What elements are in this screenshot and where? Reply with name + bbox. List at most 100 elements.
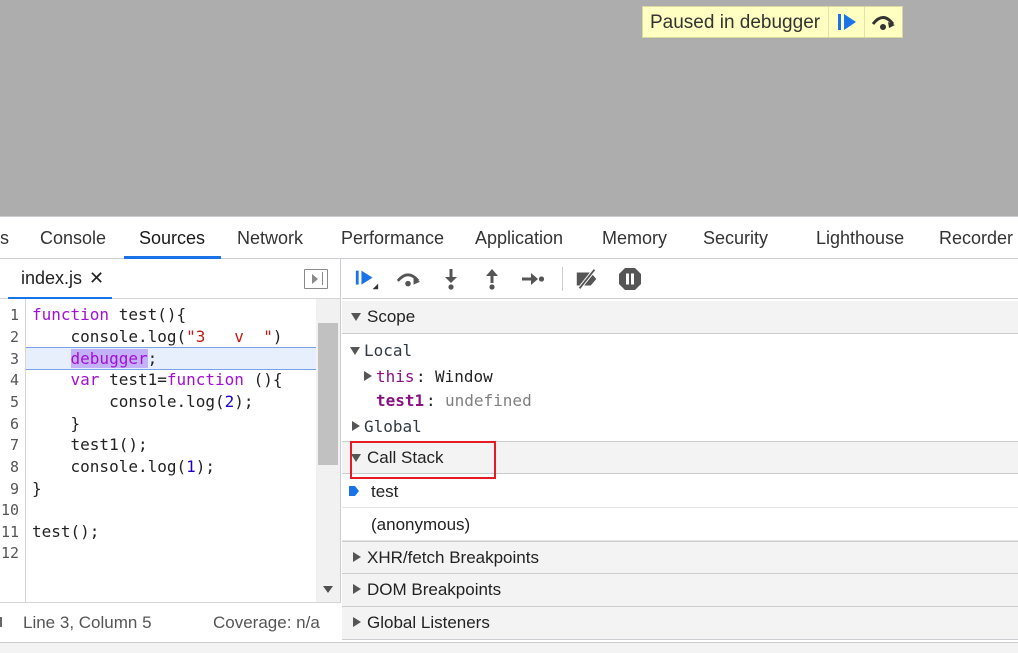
tab-memory[interactable]: Memory [602,217,667,259]
tab-elements-partial[interactable]: s [0,217,9,259]
editor-vertical-scrollbar[interactable] [316,299,340,602]
frame-name: test [371,482,399,501]
step-into-button[interactable] [438,267,464,291]
tab-recorder[interactable]: Recorder [939,217,1013,259]
paused-label: Paused in debugger [643,7,830,37]
inspected-page-viewport: Paused in debugger [0,0,1018,216]
step-into-icon [445,269,457,290]
editor-status-bar: Line 3, Column 5 Coverage: n/a [0,602,341,643]
line-number[interactable]: 8 [10,458,19,476]
step-out-button[interactable] [479,267,505,291]
code-token: 1 [186,457,196,476]
collapsed-triangle-icon [353,617,361,627]
code-token: function [166,370,244,389]
collapsed-triangle-icon [364,371,372,381]
call-stack-section-header[interactable]: Call Stack [342,441,1018,474]
pause-on-exceptions-icon [619,268,641,290]
code-token: var [70,370,100,389]
property-key: test1 [376,391,425,410]
toolbar-separator [562,267,563,291]
line-number[interactable]: 1 [10,306,19,324]
line-number[interactable]: 3 [10,350,19,368]
scrollbar-thumb[interactable] [318,323,338,465]
call-stack-title: Call Stack [367,448,444,467]
line-number[interactable]: 6 [10,415,19,433]
pause-on-exceptions-button[interactable] [617,267,643,291]
tab-performance[interactable]: Performance [341,217,444,259]
resume-icon [355,270,379,290]
status-bar-edge [0,617,4,627]
tab-lighthouse[interactable]: Lighthouse [816,217,904,259]
line-number-gutter: 1 2 3 4 5 6 7 8 9 10 11 12 [0,299,26,602]
debugger-toolbar [342,259,1018,299]
scope-title: Scope [367,307,416,326]
code-line: function test(){ [32,305,187,324]
close-tab-icon[interactable]: ✕ [89,259,104,298]
code-line: debugger; [70,349,158,368]
debugger-sidebar: Scope Local this : Window test1 : undefi… [342,259,1018,653]
step-over-icon [871,16,896,30]
collapsed-triangle-icon [353,552,361,562]
code-editor[interactable]: function test(){ console.log("3 v ") deb… [26,299,316,602]
tab-security[interactable]: Security [703,217,768,259]
scope-section-header[interactable]: Scope [342,301,1018,334]
code-line: console.log("3 v ") [32,327,283,346]
code-token: "3 v " [186,327,273,346]
xhr-breakpoints-section-header[interactable]: XHR/fetch Breakpoints [342,541,1018,574]
scope-global-label: Global [364,417,422,436]
devtools-tab-bar: s Console Sources Network Performance Ap… [0,216,1018,259]
scope-property-this[interactable]: this : Window [342,364,1018,389]
line-number[interactable]: 12 [1,544,19,562]
section-title: DOM Breakpoints [367,580,502,599]
scroll-down-arrow-icon[interactable] [323,586,333,593]
coverage-status[interactable]: Coverage: n/a [213,603,320,643]
scope-global[interactable]: Global [342,414,1018,439]
code-token: function [32,305,110,324]
code-line: test(); [32,522,100,541]
tab-application[interactable]: Application [475,217,563,259]
debugger-statement-highlight: debugger [70,349,148,368]
code-line: } [32,414,81,433]
tab-network[interactable]: Network [237,217,303,259]
file-tab-label: index.js [21,268,83,288]
section-title: XHR/fetch Breakpoints [367,548,539,567]
overlay-step-over-button[interactable] [865,7,901,37]
line-number[interactable]: 5 [10,393,19,411]
line-number[interactable]: 11 [1,523,19,541]
tab-sources[interactable]: Sources [139,217,205,259]
line-number[interactable]: 10 [1,501,19,519]
resume-icon [837,14,856,30]
line-number[interactable]: 7 [10,436,19,454]
toggle-debugger-sidebar-icon[interactable] [304,269,328,289]
cursor-position: Line 3, Column 5 [23,613,152,632]
step-icon [522,273,545,285]
collapsed-triangle-icon [353,584,361,594]
deactivate-breakpoints-icon [576,268,597,290]
code-line: console.log(1); [32,457,216,476]
deactivate-breakpoints-button[interactable] [574,267,600,291]
tab-console[interactable]: Console [40,217,106,259]
property-colon: : [426,391,436,410]
scope-local-label: Local [364,341,413,360]
property-value: Window [435,367,493,386]
section-title: Global Listeners [367,613,490,632]
step-over-button[interactable] [395,267,421,291]
step-out-icon [486,269,498,290]
scope-local[interactable]: Local [342,338,1018,363]
overlay-resume-button[interactable] [829,7,866,37]
step-button[interactable] [520,267,546,291]
code-line: } [32,479,42,498]
global-listeners-section-header[interactable]: Global Listeners [342,607,1018,640]
line-number[interactable]: 9 [10,480,19,498]
code-line: console.log(2); [32,392,254,411]
code-token: 2 [224,392,235,411]
property-colon: : [416,367,426,386]
bottom-edge-strip [0,642,1018,653]
line-number[interactable]: 4 [10,371,19,389]
call-stack-frame[interactable]: (anonymous) [342,508,1018,541]
call-stack-frame[interactable]: test [342,475,1018,508]
resume-button[interactable] [354,267,380,291]
dom-breakpoints-section-header[interactable]: DOM Breakpoints [342,574,1018,607]
scope-property-test1[interactable]: test1 : undefined [342,388,1018,413]
line-number[interactable]: 2 [10,328,19,346]
